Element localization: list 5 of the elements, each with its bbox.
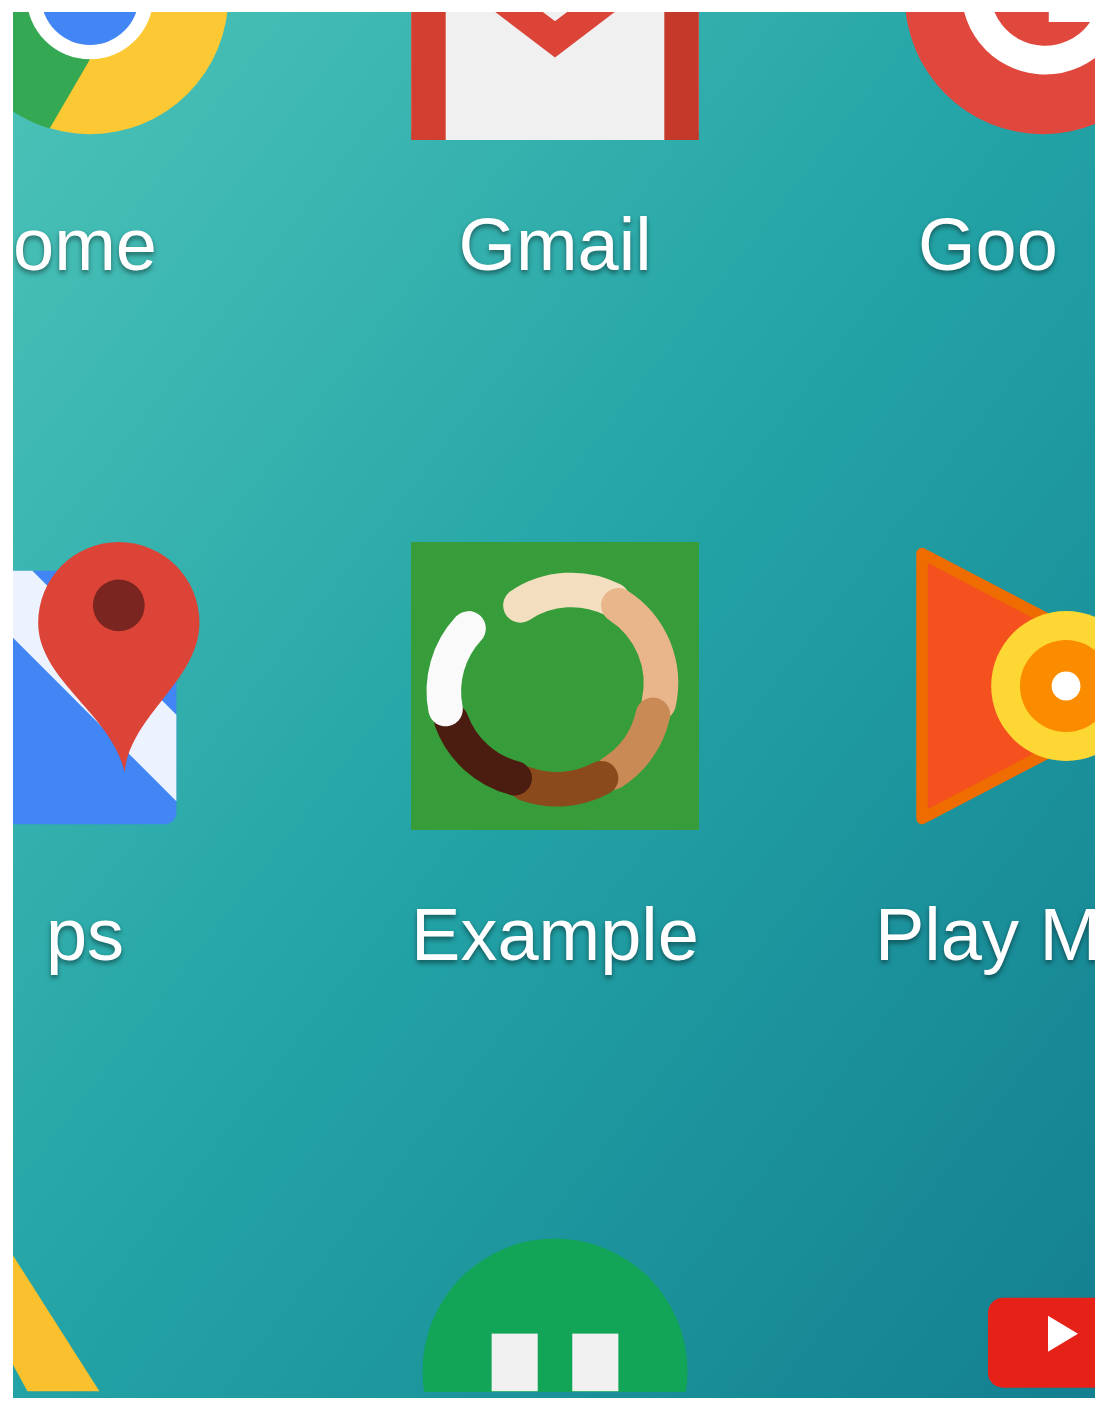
app-label: Example	[411, 892, 699, 978]
app-label: Goo	[918, 202, 1058, 288]
app-label: ps	[45, 892, 125, 978]
app-label: Gmail	[458, 202, 652, 288]
app-label: ome	[13, 202, 157, 288]
